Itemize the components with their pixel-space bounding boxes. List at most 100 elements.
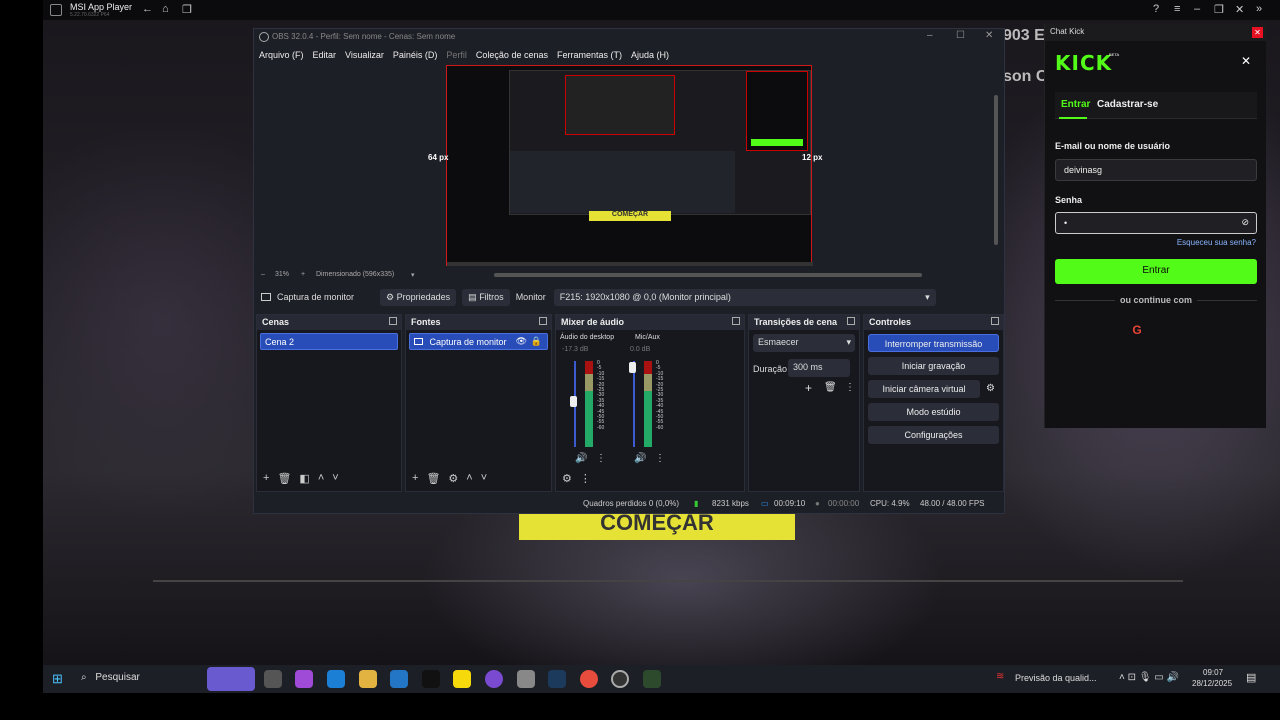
eye-icon[interactable]: 👁 [516,336,527,347]
move-up-icon[interactable]: ˄ [466,472,472,485]
restore-icon[interactable]: ❐ [1214,3,1224,16]
minimize-icon[interactable]: – [927,30,933,41]
zoom-in-icon[interactable]: + [301,271,305,278]
start-icon[interactable]: ⊞ [52,671,63,687]
source-item[interactable]: Captura de monitor 👁 🔒 [409,333,548,350]
clock-time[interactable]: 09:07 [1203,668,1223,677]
chevron-down-icon[interactable]: ▾ [411,271,415,279]
gear-icon[interactable]: ⚙ [986,383,995,394]
horizontal-scrollbar[interactable] [494,273,922,277]
close-icon[interactable]: ✕ [985,30,993,41]
lock-icon[interactable]: 🔒 [531,336,542,347]
add-icon[interactable]: + [412,472,418,485]
preview-area[interactable]: COMEÇAR 64 px 12 px [254,65,1004,277]
scene-item[interactable]: Cena 2 [260,333,398,350]
chrome-icon[interactable] [580,670,598,688]
menu-icon[interactable]: ≡ [1174,3,1180,15]
duration-input[interactable]: 300 ms [788,359,850,377]
add-icon[interactable]: + [805,381,812,395]
kebab-menu-icon[interactable]: ⋮ [655,453,665,464]
stop-streaming-button[interactable]: Interromper transmissão [868,334,999,352]
app-icon[interactable] [517,670,535,688]
app-icon[interactable] [453,670,471,688]
app-player-icon[interactable] [643,670,661,688]
undock-icon[interactable] [539,317,547,325]
maximize-icon[interactable]: ☐ [956,30,965,41]
undock-icon[interactable] [732,317,740,325]
volume-handle[interactable] [629,362,636,373]
close-icon[interactable]: ✕ [1235,3,1244,16]
minimize-icon[interactable]: – [1194,3,1200,15]
zoom-out-icon[interactable]: – [261,271,265,278]
tray-icons[interactable]: ˄ ⊡ 🎙 ▭ 🔊 [1119,672,1179,683]
tab-signup[interactable]: Cadastrar-se [1097,99,1158,110]
menu-ajuda[interactable]: Ajuda (H) [631,50,669,60]
tiktok-icon[interactable] [422,670,440,688]
notification-icon[interactable]: ▤ [1246,671,1256,684]
trash-icon[interactable]: 🗑 [277,472,291,485]
undock-icon[interactable] [847,317,855,325]
menu-paineis[interactable]: Painéis (D) [393,50,438,60]
home-icon[interactable]: ⌂ [162,3,169,15]
menu-arquivo[interactable]: Arquivo (F) [259,50,304,60]
clock-date[interactable]: 28/12/2025 [1192,679,1232,688]
move-up-icon[interactable]: ˄ [318,472,324,485]
studio-mode-button[interactable]: Modo estúdio [868,403,999,421]
tab-login[interactable]: Entrar [1061,99,1090,110]
email-field[interactable]: deivinasg [1055,159,1257,181]
gear-icon[interactable]: ⚙ [448,472,458,485]
preview-scrollbar[interactable] [994,95,998,245]
undock-icon[interactable] [991,317,999,325]
start-recording-button[interactable]: Iniciar gravação [868,357,999,375]
app-icon[interactable] [485,670,503,688]
add-icon[interactable]: + [263,472,269,485]
scale-mode[interactable]: Dimensionado (596x335) [316,271,394,278]
preview-canvas[interactable]: COMEÇAR [446,65,813,266]
filters-button[interactable]: ▤ Filtros [462,288,510,306]
sidebar-toggle-icon[interactable]: » [1256,3,1262,15]
trash-icon[interactable]: 🗑 [824,382,837,393]
filter-icon[interactable]: ◧ [299,472,309,485]
apple-icon[interactable] [1167,323,1185,341]
password-field[interactable]: • ⊘ [1055,212,1257,234]
help-icon[interactable]: ? [1153,3,1159,15]
copilot-icon[interactable] [295,670,313,688]
weather-text[interactable]: Previsão da qualid... [1015,673,1097,683]
trash-icon[interactable]: 🗑 [426,472,440,485]
advanced-audio-icon[interactable]: ⚙ [562,472,572,485]
search-highlight-image[interactable] [207,667,255,691]
menu-visualizar[interactable]: Visualizar [345,50,384,60]
menu-perfil[interactable]: Perfil [446,50,467,60]
monitor-select[interactable]: F215: 1920x1080 @ 0,0 (Monitor principal… [553,288,936,306]
forgot-password-link[interactable]: Esqueceu sua senha? [1177,238,1256,247]
file-explorer-icon[interactable] [359,670,377,688]
transition-select[interactable]: Esmaecer ▾ [753,334,855,352]
move-down-icon[interactable]: ˅ [332,472,338,485]
menu-ferramentas[interactable]: Ferramentas (T) [557,50,622,60]
multi-instance-icon[interactable]: ❐ [182,3,192,16]
volume-handle[interactable] [570,396,577,407]
kebab-menu-icon[interactable]: ⋮ [845,382,855,393]
speaker-icon[interactable]: 🔊 [575,453,587,464]
kebab-menu-icon[interactable]: ⋮ [596,453,606,464]
back-icon[interactable]: ← [142,3,153,15]
login-button[interactable]: Entrar [1055,259,1257,284]
close-icon[interactable]: ✕ [1252,27,1263,38]
close-icon[interactable]: ✕ [1241,54,1251,68]
steam-icon[interactable] [548,670,566,688]
start-virtual-camera-button[interactable]: Iniciar câmera virtual [868,380,980,398]
volume-slider[interactable] [633,361,635,447]
obs-icon[interactable] [611,670,629,688]
settings-button[interactable]: Configurações [868,426,999,444]
google-icon[interactable]: G [1128,323,1146,341]
undock-icon[interactable] [389,317,397,325]
move-down-icon[interactable]: ˅ [481,472,487,485]
kebab-menu-icon[interactable]: ⋮ [580,472,591,485]
menu-colecao[interactable]: Coleção de cenas [476,50,548,60]
menu-editar[interactable]: Editar [313,50,337,60]
task-view-icon[interactable] [264,670,282,688]
eye-off-icon[interactable]: ⊘ [1241,217,1249,228]
speaker-icon[interactable]: 🔊 [634,453,646,464]
mail-icon[interactable] [390,670,408,688]
edge-icon[interactable] [327,670,345,688]
